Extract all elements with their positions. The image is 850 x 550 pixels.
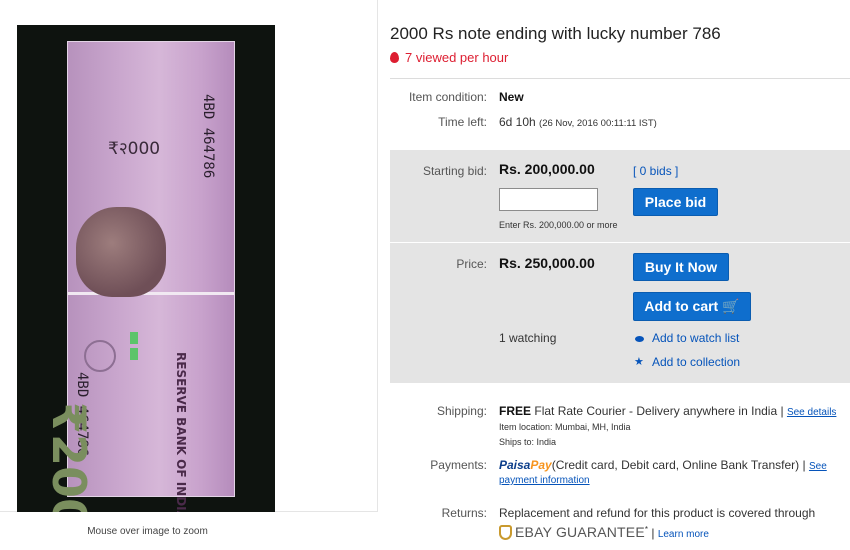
paisapay-logo: PaisaPay: [499, 458, 552, 472]
add-to-collection-link[interactable]: Add to collection: [652, 355, 740, 369]
returns-label: Returns:: [441, 506, 487, 520]
shipping-free: FREE: [499, 404, 532, 418]
cart-icon: 🛒: [722, 298, 740, 314]
add-to-cart-button[interactable]: Add to cart 🛒: [633, 292, 751, 321]
bid-amount-input[interactable]: [499, 188, 598, 211]
paisapay-logo-paisa: Paisa: [499, 458, 531, 472]
listing-title: 2000 Rs note ending with lucky number 78…: [390, 24, 721, 43]
time-left-label: Time left:: [438, 115, 487, 129]
condition-label: Item condition:: [408, 90, 487, 104]
note-mark: [130, 348, 138, 360]
divider: [390, 78, 850, 79]
returns-separator: |: [651, 526, 655, 540]
views-text: 7 viewed per hour: [405, 50, 509, 65]
star-icon: ★: [634, 356, 644, 368]
portrait-image: [76, 207, 166, 297]
price-amount: Rs. 250,000.00: [499, 255, 595, 271]
payments-label: Payments:: [430, 458, 487, 472]
learn-more-link[interactable]: Learn more: [658, 529, 709, 540]
ebay-guarantee-text: EBAY GUARANTEE: [515, 524, 645, 540]
ebay-guarantee: EBAY GUARANTEE* | Learn more: [499, 524, 709, 540]
views-indicator: 7 viewed per hour: [390, 50, 508, 65]
note-serial-top: 4BD 464786: [200, 94, 216, 179]
returns-text: Replacement and refund for this product …: [499, 506, 816, 520]
see-payment-info-link[interactable]: See: [809, 461, 827, 472]
payment-information-link[interactable]: payment information: [499, 475, 590, 486]
time-left-value: 6d 10h (26 Nov, 2016 00:11:11 IST): [499, 115, 657, 129]
shield-icon: [499, 525, 512, 540]
place-bid-button[interactable]: Place bid: [633, 188, 718, 216]
paisapay-logo-pay: Pay: [530, 458, 552, 472]
add-to-cart-label: Add to cart: [644, 298, 719, 314]
condition-value: New: [499, 90, 524, 104]
time-left-duration: 6d 10h: [499, 115, 536, 129]
bid-hint: Enter Rs. 200,000.00 or more: [499, 220, 618, 230]
price-label: Price:: [456, 257, 487, 271]
shipping-separator: |: [780, 404, 784, 418]
starting-bid-amount: Rs. 200,000.00: [499, 161, 595, 177]
payment-methods: (Credit card, Debit card, Online Bank Tr…: [551, 458, 800, 472]
security-thread: [68, 292, 234, 295]
time-left-end-date: (26 Nov, 2016 00:11:11 IST): [539, 118, 657, 129]
shipping-method: Flat Rate Courier - Delivery anywhere in…: [534, 404, 778, 418]
shipping-label: Shipping:: [436, 404, 487, 418]
payments-info: PaisaPay(Credit card, Debit card, Online…: [499, 458, 827, 472]
note-bank-name: RESERVE BANK OF INDIA: [174, 352, 188, 512]
ships-to: Ships to: India: [499, 437, 557, 447]
guarantee-mark: *: [644, 525, 648, 534]
add-to-watch-list-link[interactable]: Add to watch list: [652, 331, 739, 345]
emblem-image: [84, 340, 116, 372]
note-mark: [130, 332, 138, 344]
bids-count-link[interactable]: [ 0 bids ]: [633, 164, 678, 178]
payments-separator: |: [802, 458, 806, 472]
see-details-link[interactable]: See details: [787, 407, 836, 418]
note-big-numeral: ₹2000: [42, 402, 96, 512]
note-value-text: ₹२000: [108, 139, 161, 159]
banknote-image: ₹२000 4BD 464786 RESERVE BANK OF INDIA 4…: [42, 41, 235, 512]
buy-it-now-button[interactable]: Buy It Now: [633, 253, 729, 281]
item-photo[interactable]: ₹२000 4BD 464786 RESERVE BANK OF INDIA 4…: [17, 25, 275, 512]
image-panel: ₹२000 4BD 464786 RESERVE BANK OF INDIA 4…: [0, 0, 378, 512]
starting-bid-label: Starting bid:: [422, 164, 487, 178]
zoom-hint: Mouse over image to zoom: [87, 526, 208, 537]
watching-count: 1 watching: [499, 331, 557, 345]
item-location: Item location: Mumbai, MH, India: [499, 422, 631, 432]
eye-icon: [635, 336, 644, 342]
flame-icon: [390, 52, 399, 63]
shipping-info: FREE Flat Rate Courier - Delivery anywhe…: [499, 404, 836, 418]
